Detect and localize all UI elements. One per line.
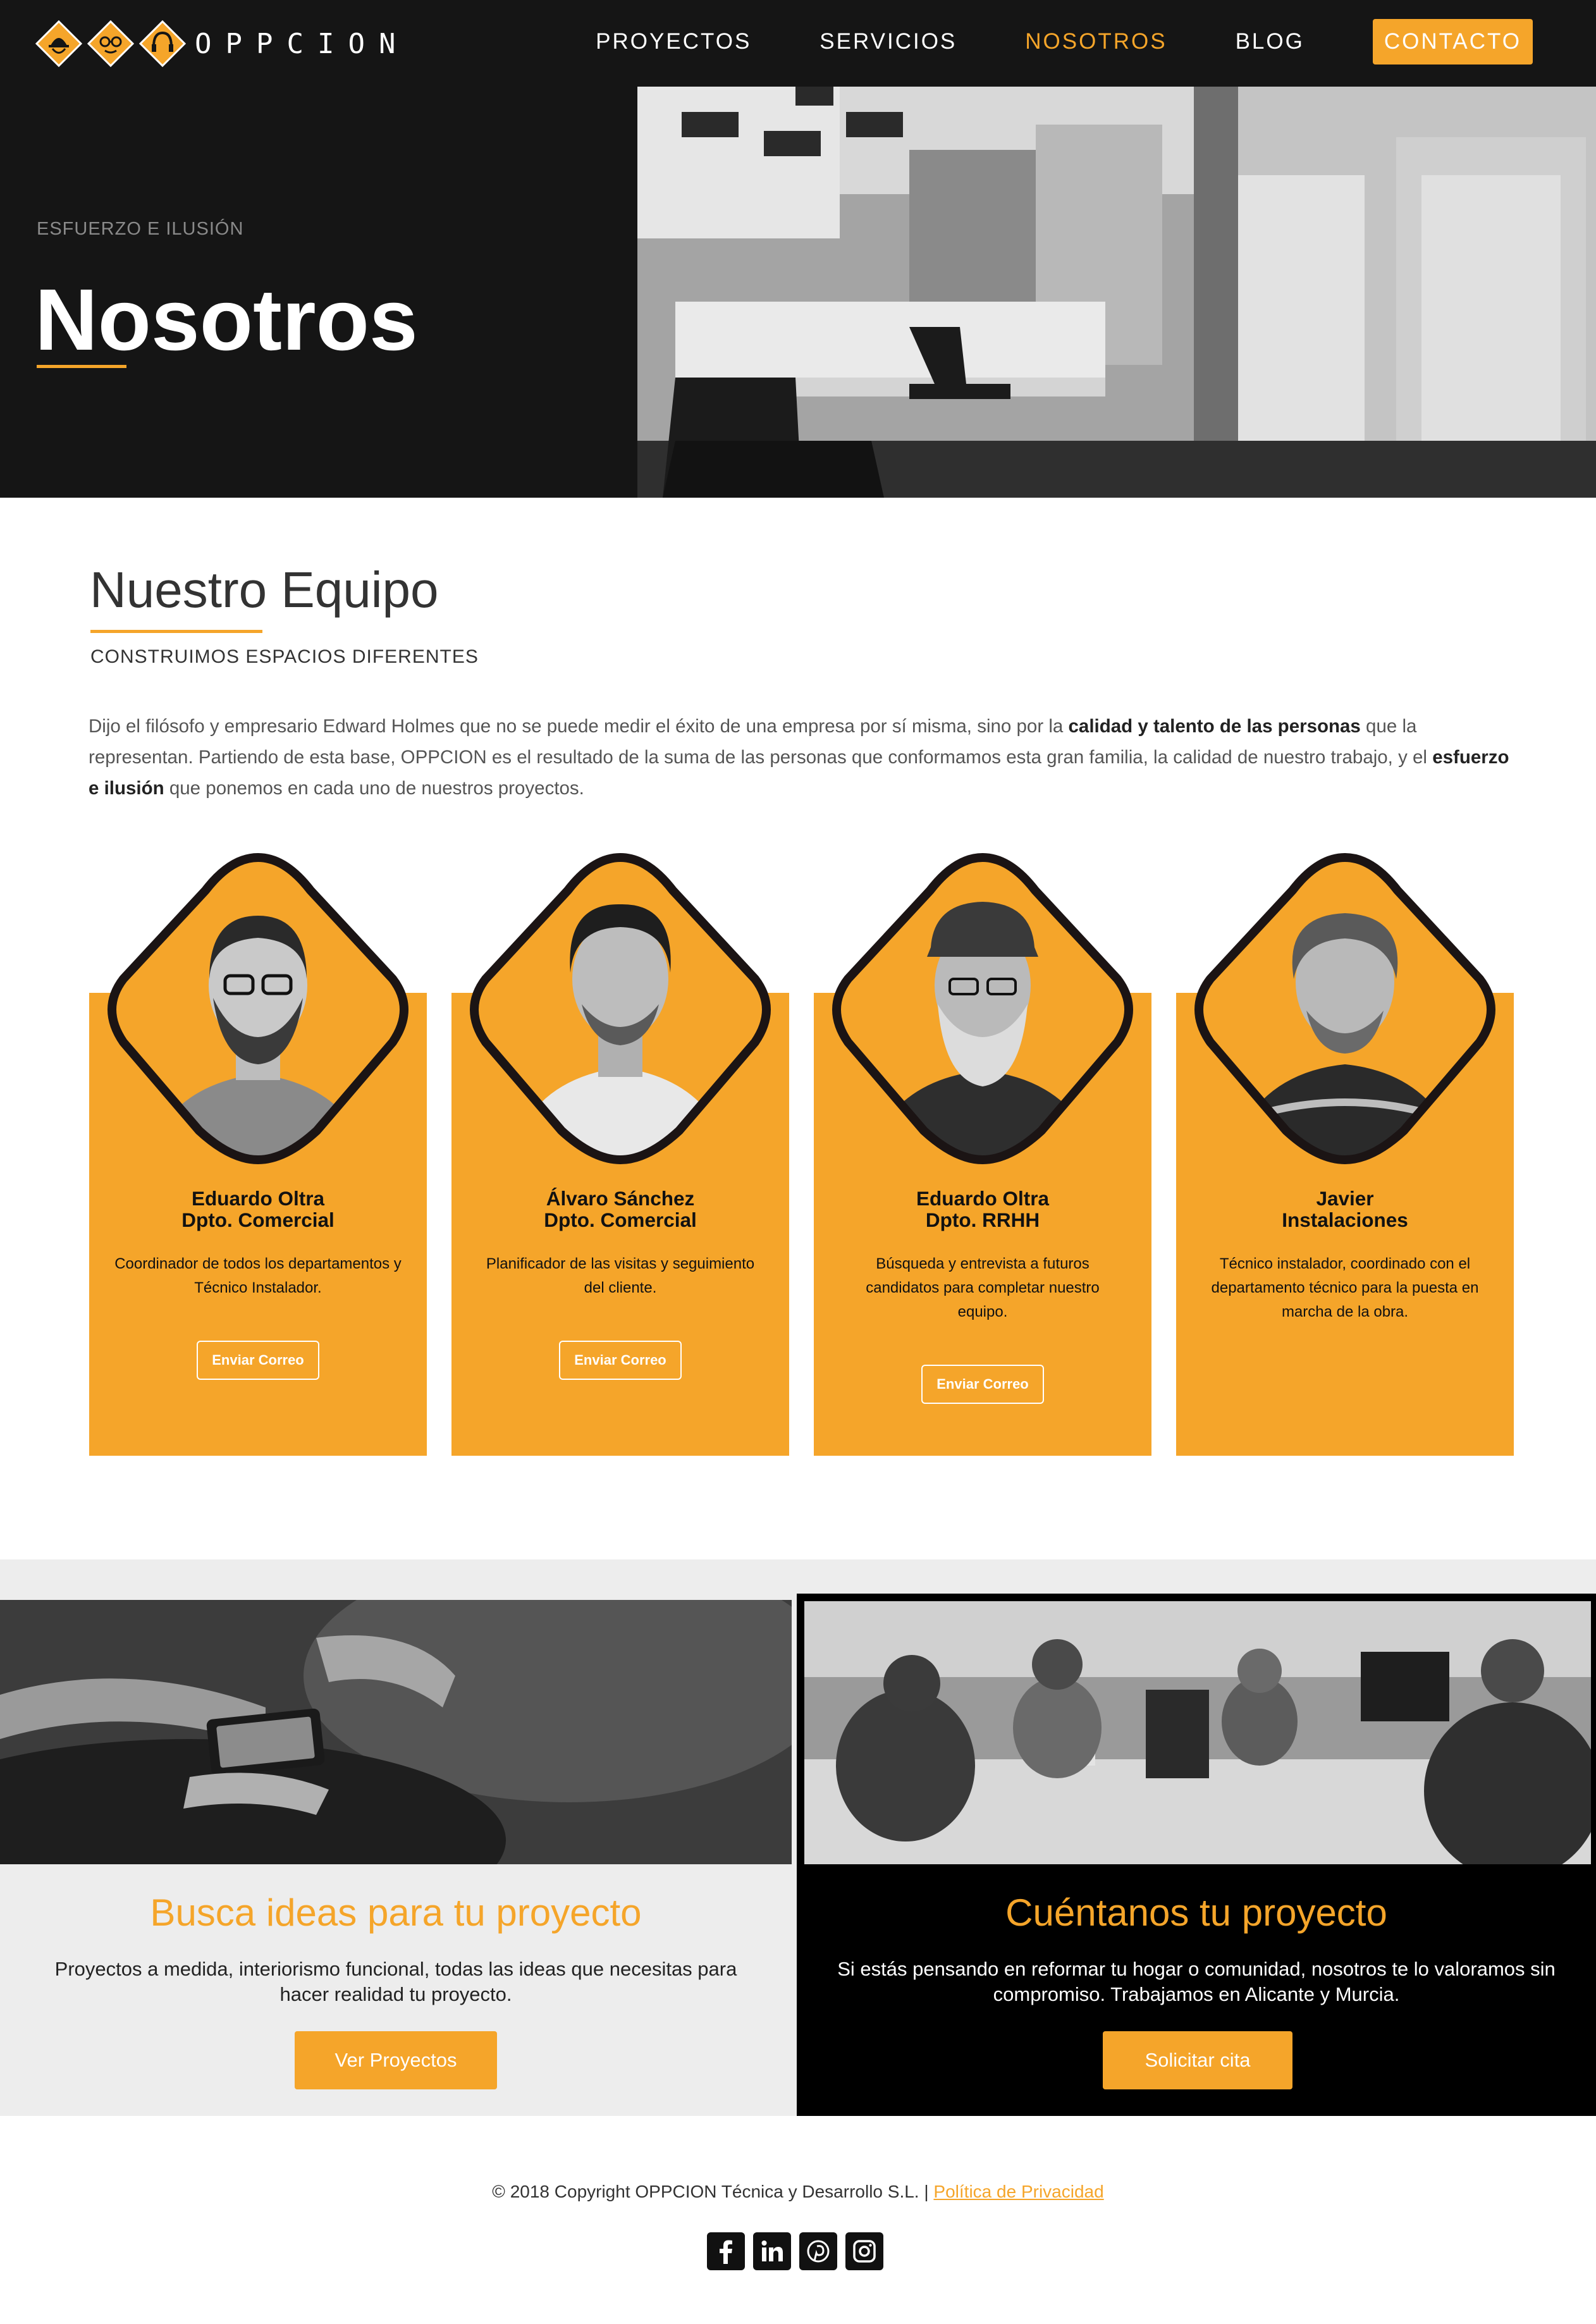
section-subtitle: CONSTRUIMOS ESPACIOS DIFERENTES (90, 646, 479, 667)
member-description: Técnico instalador, coordinado con el de… (1211, 1255, 1479, 1320)
request-appointment-button[interactable]: Solicitar cita (1103, 2031, 1292, 2089)
view-projects-button[interactable]: Ver Proyectos (295, 2031, 497, 2089)
cta-right-heading: Cuéntanos tu proyecto (1005, 1891, 1387, 1934)
instagram-icon[interactable] (845, 2232, 883, 2270)
member-name: Eduardo Oltra (916, 1187, 1050, 1210)
member-role: Dpto. RRHH (925, 1208, 1040, 1231)
office-photo (637, 87, 1596, 498)
section-title: Nuestro Equipo (90, 562, 439, 618)
member-description: Coordinador de todos los departamentos y… (114, 1255, 402, 1296)
helmet-logo-icon (35, 20, 82, 67)
member-portrait (820, 852, 1145, 1165)
pinterest-icon[interactable] (799, 2232, 837, 2270)
facebook-icon[interactable] (707, 2232, 745, 2270)
section-title-underline (90, 630, 262, 633)
hero-kicker: ESFUERZO E ILUSIÓN (37, 219, 244, 239)
send-email-button[interactable]: Enviar Correo (197, 1341, 319, 1380)
page-title: Nosotros (35, 271, 418, 369)
headphones-logo-icon (139, 20, 186, 67)
member-portrait (1182, 852, 1507, 1165)
member-role: Dpto. Comercial (544, 1208, 697, 1231)
nav-item-proyectos[interactable]: PROYECTOS (596, 29, 751, 54)
send-email-button[interactable]: Enviar Correo (559, 1341, 682, 1380)
member-portrait (458, 852, 783, 1165)
office-team-photo (804, 1601, 1591, 1864)
nav-item-blog[interactable]: BLOG (1236, 29, 1304, 54)
brand-logo[interactable]: OPPCION (35, 14, 409, 73)
main-nav: PROYECTOS SERVICIOS NOSOTROS BLOG CONTAC… (527, 18, 1533, 66)
member-name: Javier (1316, 1187, 1374, 1210)
title-underline (37, 365, 126, 368)
phone-hands-photo (0, 1600, 792, 1864)
cta-left-text: Proyectos a medida, interiorismo funcion… (54, 1958, 737, 2005)
member-portrait (95, 852, 420, 1165)
glasses-logo-icon (87, 20, 134, 67)
hero-banner: ESFUERZO E ILUSIÓN Nosotros (0, 87, 1596, 498)
cta-right-text: Si estás pensando en reformar tu hogar o… (837, 1958, 1556, 2005)
footer-copyright: © 2018 Copyright OPPCION Técnica y Desar… (492, 2182, 1104, 2201)
send-email-button[interactable]: Enviar Correo (921, 1365, 1044, 1404)
linkedin-icon[interactable] (753, 2232, 791, 2270)
cta-left-heading: Busca ideas para tu proyecto (150, 1891, 642, 1934)
member-name: Eduardo Oltra (191, 1187, 325, 1210)
team-intro-text: Dijo el filósofo y empresario Edward Hol… (89, 716, 1509, 799)
nav-item-servicios[interactable]: SERVICIOS (819, 29, 957, 54)
member-role: Dpto. Comercial (181, 1208, 335, 1231)
brand-name: OPPCION (195, 27, 410, 60)
member-name: Álvaro Sánchez (546, 1187, 695, 1210)
nav-item-nosotros[interactable]: NOSOTROS (1025, 29, 1167, 54)
member-role: Instalaciones (1282, 1208, 1408, 1231)
navbar: OPPCION PROYECTOS SERVICIOS NOSOTROS BLO… (0, 0, 1596, 87)
member-description: Búsqueda y entrevista a futuros candidat… (866, 1255, 1100, 1320)
nav-contact-button[interactable]: CONTACTO (1372, 19, 1533, 65)
social-links (707, 2232, 892, 2270)
member-description: Planificador de las visitas y seguimient… (486, 1255, 755, 1296)
privacy-policy-link[interactable]: Política de Privacidad (933, 2182, 1103, 2201)
